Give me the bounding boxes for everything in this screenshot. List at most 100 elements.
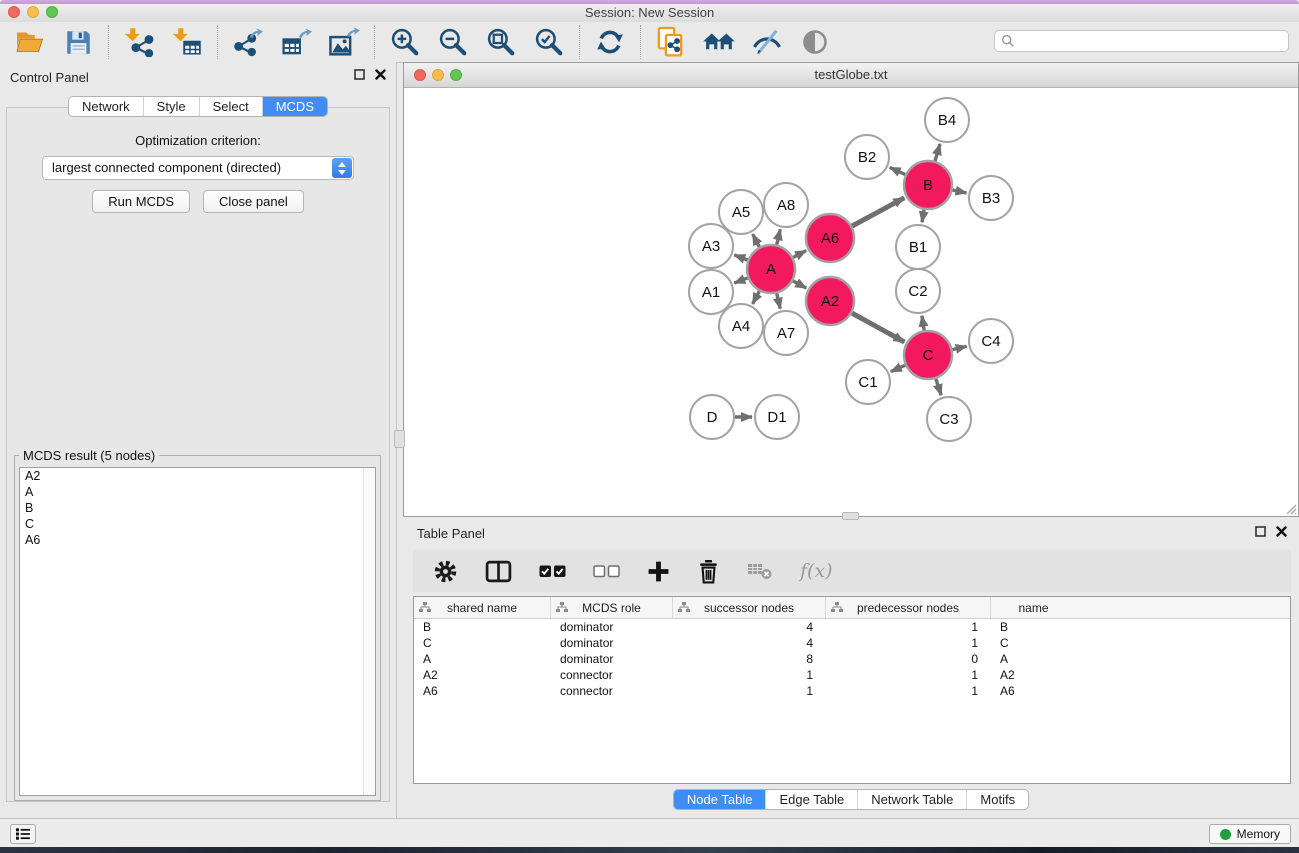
zoom-window-button[interactable]	[46, 6, 58, 18]
graph-node-B4[interactable]: B4	[925, 98, 969, 142]
add-column-icon[interactable]	[647, 560, 670, 583]
memory-button[interactable]: Memory	[1209, 824, 1291, 844]
column-header[interactable]: name	[991, 597, 1076, 618]
mcds-result-item[interactable]: A	[20, 484, 375, 500]
column-header[interactable]: predecessor nodes	[826, 597, 991, 618]
graph-node-C4[interactable]: C4	[969, 319, 1013, 363]
zoom-fit-button[interactable]	[484, 26, 518, 58]
table-row[interactable]: Cdominator41C	[414, 635, 1290, 651]
network-window-titlebar[interactable]: testGlobe.txt	[404, 63, 1298, 88]
tab-network-table[interactable]: Network Table	[857, 790, 966, 809]
export-image-button[interactable]	[327, 26, 361, 58]
run-mcds-button[interactable]: Run MCDS	[92, 190, 190, 213]
control-panel-title: Control Panel	[10, 70, 89, 85]
import-network-button[interactable]	[122, 26, 156, 58]
delete-icon[interactable]	[697, 559, 720, 584]
tab-node-table[interactable]: Node Table	[674, 790, 766, 809]
table-panel: Table Panel	[403, 520, 1299, 818]
network-minimize-button[interactable]	[432, 69, 444, 81]
graph-node-B3[interactable]: B3	[969, 176, 1013, 220]
delete-table-icon[interactable]	[747, 562, 773, 580]
table-row[interactable]: A2connector11A2	[414, 667, 1290, 683]
graph-node-D[interactable]: D	[690, 395, 734, 439]
table-row[interactable]: Adominator80A	[414, 651, 1290, 667]
duplicate-network-button[interactable]	[654, 26, 688, 58]
close-window-button[interactable]	[8, 6, 20, 18]
close-panel-icon[interactable]	[375, 69, 386, 80]
close-panel-icon[interactable]	[1276, 526, 1287, 537]
zoom-in-button[interactable]	[388, 26, 422, 58]
graph-node-A1[interactable]: A1	[689, 270, 733, 314]
column-header[interactable]: MCDS role	[551, 597, 673, 618]
minimize-window-button[interactable]	[27, 6, 39, 18]
open-file-button[interactable]	[13, 26, 47, 58]
column-header[interactable]: shared name	[414, 597, 551, 618]
select-all-icon[interactable]	[539, 565, 566, 578]
window-title: Session: New Session	[0, 4, 1299, 22]
refresh-layout-button[interactable]	[593, 26, 627, 58]
desktop-background-strip	[0, 847, 1299, 853]
graph-node-A6[interactable]: A6	[806, 214, 854, 262]
home-button[interactable]	[702, 26, 736, 58]
svg-text:C4: C4	[981, 333, 1000, 350]
graph-node-C1[interactable]: C1	[846, 360, 890, 404]
graph-node-D1[interactable]: D1	[755, 395, 799, 439]
window-controls	[8, 6, 58, 18]
table-row[interactable]: A6connector11A6	[414, 683, 1290, 699]
graph-node-A[interactable]: A	[747, 245, 795, 293]
mcds-result-item[interactable]: A2	[20, 468, 375, 484]
graph-node-C2[interactable]: C2	[896, 269, 940, 313]
graph-node-A2[interactable]: A2	[806, 277, 854, 325]
graph-node-C[interactable]: C	[904, 331, 952, 379]
export-table-button[interactable]	[279, 26, 313, 58]
tab-network[interactable]: Network	[69, 97, 143, 116]
zoom-out-icon	[438, 27, 468, 57]
table-toolbar: f(x)	[413, 550, 1291, 592]
graph-node-A8[interactable]: A8	[764, 183, 808, 227]
close-panel-button[interactable]: Close panel	[203, 190, 304, 213]
mcds-result-item[interactable]: B	[20, 500, 375, 516]
show-graphics-details-button[interactable]	[798, 26, 832, 58]
network-close-button[interactable]	[414, 69, 426, 81]
zoom-out-button[interactable]	[436, 26, 470, 58]
table-row[interactable]: Bdominator41B	[414, 619, 1290, 635]
columns-icon[interactable]	[485, 560, 512, 583]
export-network-button[interactable]	[231, 26, 265, 58]
graph-node-B2[interactable]: B2	[845, 135, 889, 179]
graph-node-C3[interactable]: C3	[927, 397, 971, 441]
criterion-dropdown[interactable]: largest connected component (directed)	[42, 156, 354, 180]
resize-grip-icon[interactable]	[1284, 502, 1297, 515]
tab-mcds[interactable]: MCDS	[262, 97, 327, 116]
function-builder-icon[interactable]: f(x)	[800, 560, 833, 582]
vertical-split-handle[interactable]	[394, 430, 405, 448]
graph-node-A3[interactable]: A3	[689, 224, 733, 268]
search-input[interactable]	[1020, 33, 1282, 49]
hide-graphics-details-button[interactable]	[750, 26, 784, 58]
network-graph[interactable]: B4 B2 B B3 A8A5 A6 B1 A3 A A1 C2 A2 A4A7 C4 C C1 C3 D D1	[404, 87, 1298, 516]
task-history-button[interactable]	[10, 824, 36, 844]
mcds-result-scrollbar[interactable]	[363, 468, 375, 795]
tab-select[interactable]: Select	[199, 97, 262, 116]
column-header[interactable]: successor nodes	[673, 597, 826, 618]
mcds-result-item[interactable]: C	[20, 516, 375, 532]
float-panel-icon[interactable]	[1255, 526, 1266, 537]
tab-motifs[interactable]: Motifs	[966, 790, 1028, 809]
tab-style[interactable]: Style	[143, 97, 199, 116]
graph-node-A4[interactable]: A4	[719, 304, 763, 348]
deselect-all-icon[interactable]	[593, 565, 620, 578]
import-table-button[interactable]	[170, 26, 204, 58]
hide-graphics-details-icon	[752, 28, 782, 56]
horizontal-split-handle[interactable]	[842, 512, 859, 520]
graph-node-A5[interactable]: A5	[719, 190, 763, 234]
gear-icon[interactable]	[433, 559, 458, 584]
zoom-selected-button[interactable]	[532, 26, 566, 58]
network-zoom-button[interactable]	[450, 69, 462, 81]
mcds-result-item[interactable]: A6	[20, 532, 375, 548]
graph-node-A7[interactable]: A7	[764, 311, 808, 355]
tab-edge-table[interactable]: Edge Table	[765, 790, 857, 809]
float-panel-icon[interactable]	[354, 69, 365, 80]
graph-node-B1[interactable]: B1	[896, 225, 940, 269]
save-session-button[interactable]	[61, 26, 95, 58]
svg-text:A: A	[766, 261, 776, 278]
graph-node-B[interactable]: B	[904, 161, 952, 209]
